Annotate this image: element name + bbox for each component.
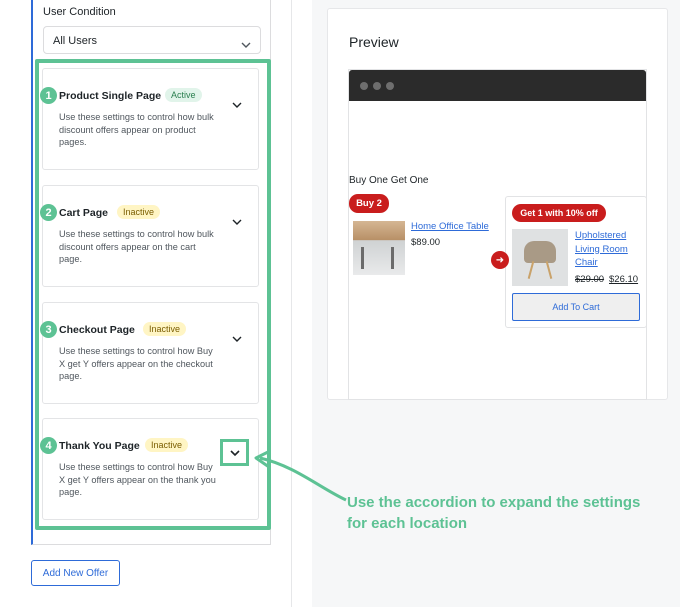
product-image-chair[interactable] xyxy=(512,229,568,286)
preview-title: Preview xyxy=(349,34,399,50)
product-link[interactable]: Upholstered Living Room Chair xyxy=(575,229,645,270)
user-condition-label: User Condition xyxy=(43,6,116,18)
product-link[interactable]: Home Office Table xyxy=(411,221,489,232)
chair-leg-shape xyxy=(545,261,553,279)
discounted-price: $26.10 xyxy=(609,274,639,285)
window-dot-icon xyxy=(373,82,381,90)
chair-leg-shape xyxy=(527,261,535,279)
browser-toolbar xyxy=(349,70,646,101)
callout-text: Use the accordion to expand the settings… xyxy=(347,494,641,532)
window-dot-icon xyxy=(360,82,368,90)
window-dot-icon xyxy=(386,82,394,90)
get-offer-badge: Get 1 with 10% off xyxy=(512,204,606,222)
product-image-table[interactable] xyxy=(353,221,405,275)
buy-badge: Buy 2 xyxy=(349,194,389,213)
offer-product-box: Get 1 with 10% off Upholstered Living Ro… xyxy=(505,196,647,328)
table-leg xyxy=(391,247,394,269)
original-price: $29.00 xyxy=(575,274,605,285)
chair-seat-shape xyxy=(524,241,556,263)
sections-highlight-frame xyxy=(35,59,271,530)
chevron-down-icon xyxy=(241,36,251,54)
offer-title: Buy One Get One xyxy=(349,175,429,186)
callout-arrow-icon xyxy=(254,449,347,502)
user-condition-select[interactable]: All Users xyxy=(43,26,261,54)
browser-mockup: Buy One Get One Buy 2 Home Office Table … xyxy=(348,69,647,400)
add-to-cart-button[interactable]: Add To Cart xyxy=(512,293,640,321)
user-condition-value: All Users xyxy=(53,35,98,47)
add-new-offer-button[interactable]: Add New Offer xyxy=(31,560,120,586)
panel-gutter xyxy=(292,0,312,607)
product-price: $89.00 xyxy=(411,237,441,248)
arrow-right-icon: ➜ xyxy=(491,251,509,269)
table-leg xyxy=(361,247,364,269)
